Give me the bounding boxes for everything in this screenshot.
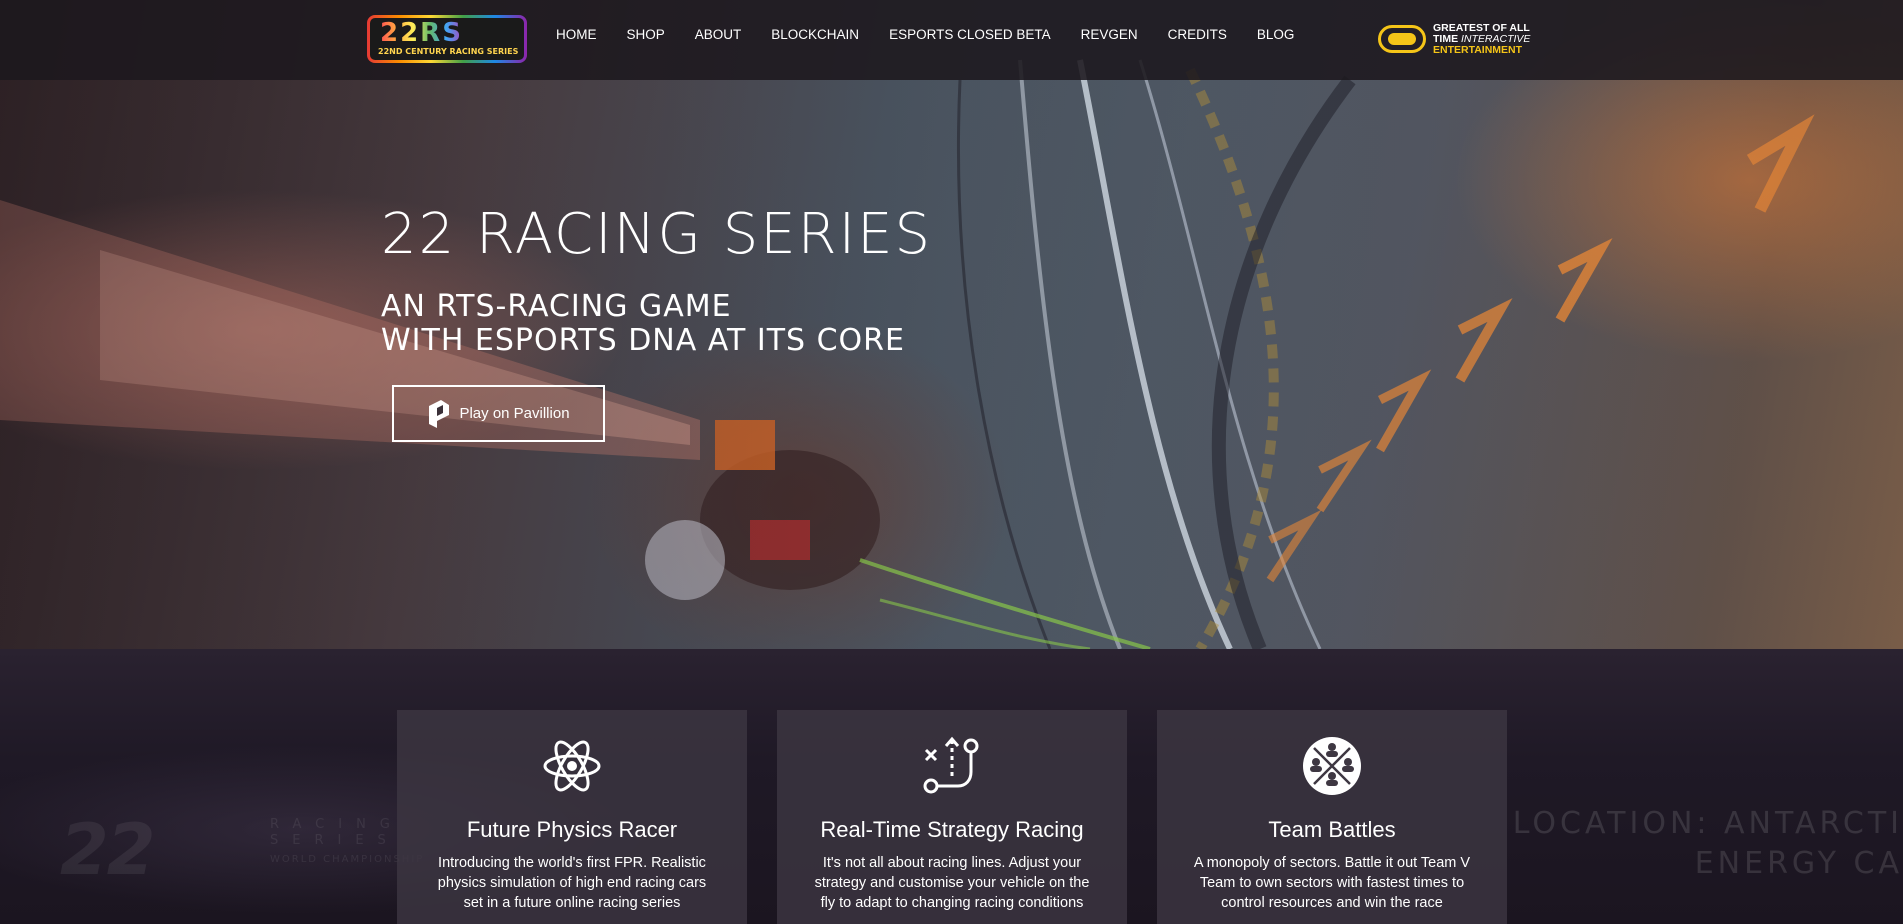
nav-shop[interactable]: SHOP <box>627 25 665 45</box>
hero-subtitle-line-1: AN RTS-RACING GAME <box>381 289 732 324</box>
feature-card-physics: Future Physics Racer Introducing the wor… <box>397 710 747 924</box>
hero-overlay <box>0 0 1903 649</box>
strategy-icon <box>923 736 979 794</box>
feature-title: Future Physics Racer <box>466 817 678 842</box>
team-icon <box>1303 737 1361 795</box>
page: 22RS 22ND CENTURY RACING SERIES HOME SHO… <box>0 0 1903 924</box>
nav-home[interactable]: HOME <box>556 25 597 45</box>
feature-card-strategy: Real-Time Strategy Racing It's not all a… <box>777 710 1127 924</box>
nav-esports-closed-beta[interactable]: ESPORTS CLOSED BETA <box>889 25 1051 45</box>
location-line-2: ENERGY CA <box>1694 846 1903 881</box>
logo-mark: 22RS <box>380 18 463 48</box>
site-logo[interactable]: 22RS 22ND CENTURY RACING SERIES <box>367 15 527 63</box>
main-nav: HOME SHOP ABOUT BLOCKCHAIN ESPORTS CLOSE… <box>556 25 1324 45</box>
pavillion-logo-icon <box>429 399 450 428</box>
nav-about[interactable]: ABOUT <box>695 25 742 45</box>
location-line-1: LOCATION: ANTARCTI <box>1512 806 1903 841</box>
feature-text: Introducing the world's first FPR. Reali… <box>437 855 707 911</box>
background-racing-text: RACING SERIES <box>270 817 404 848</box>
nav-credits[interactable]: CREDITS <box>1168 25 1227 45</box>
logo-text: 22ND CENTURY RACING SERIES <box>378 47 519 56</box>
play-on-pavillion-button[interactable]: Play on Pavillion <box>392 385 605 442</box>
feature-text: It's not all about racing lines. Adjust … <box>814 855 1090 911</box>
goat-interactive-logo[interactable]: GREATEST OF ALL TIME INTERACTIVE ENTERTA… <box>1378 22 1538 58</box>
goat-line-3: ENTERTAINMENT <box>1433 44 1523 56</box>
feature-title: Team Battles <box>1268 817 1396 842</box>
hero-subtitle-line-2: WITH ESPORTS DNA AT ITS CORE <box>381 323 905 358</box>
background-location-text: LOCATION: ANTARCTI ENERGY CA <box>1513 804 1903 884</box>
hero-section <box>0 0 1903 649</box>
feature-text: A monopoly of sectors. Battle it out Tea… <box>1193 855 1471 911</box>
nav-blog[interactable]: BLOG <box>1257 25 1295 45</box>
atom-icon <box>543 740 601 792</box>
feature-card-team: Team Battles A monopoly of sectors. Batt… <box>1157 710 1507 924</box>
features-section: 22 RACING SERIES WORLD CHAMPIONSHIP LOCA… <box>0 649 1903 924</box>
play-button-label: Play on Pavillion <box>459 405 570 422</box>
background-logo-text: 22 <box>60 809 155 891</box>
nav-blockchain[interactable]: BLOCKCHAIN <box>771 25 859 45</box>
goat-logo-icon <box>1378 25 1426 53</box>
feature-title: Real-Time Strategy Racing <box>820 817 1084 842</box>
hero-subtitle: AN RTS-RACING GAME WITH ESPORTS DNA AT I… <box>381 290 905 358</box>
nav-revgen[interactable]: REVGEN <box>1081 25 1138 45</box>
hero-title: 22 RACING SERIES <box>381 202 933 267</box>
site-header: 22RS 22ND CENTURY RACING SERIES HOME SHO… <box>0 0 1903 80</box>
